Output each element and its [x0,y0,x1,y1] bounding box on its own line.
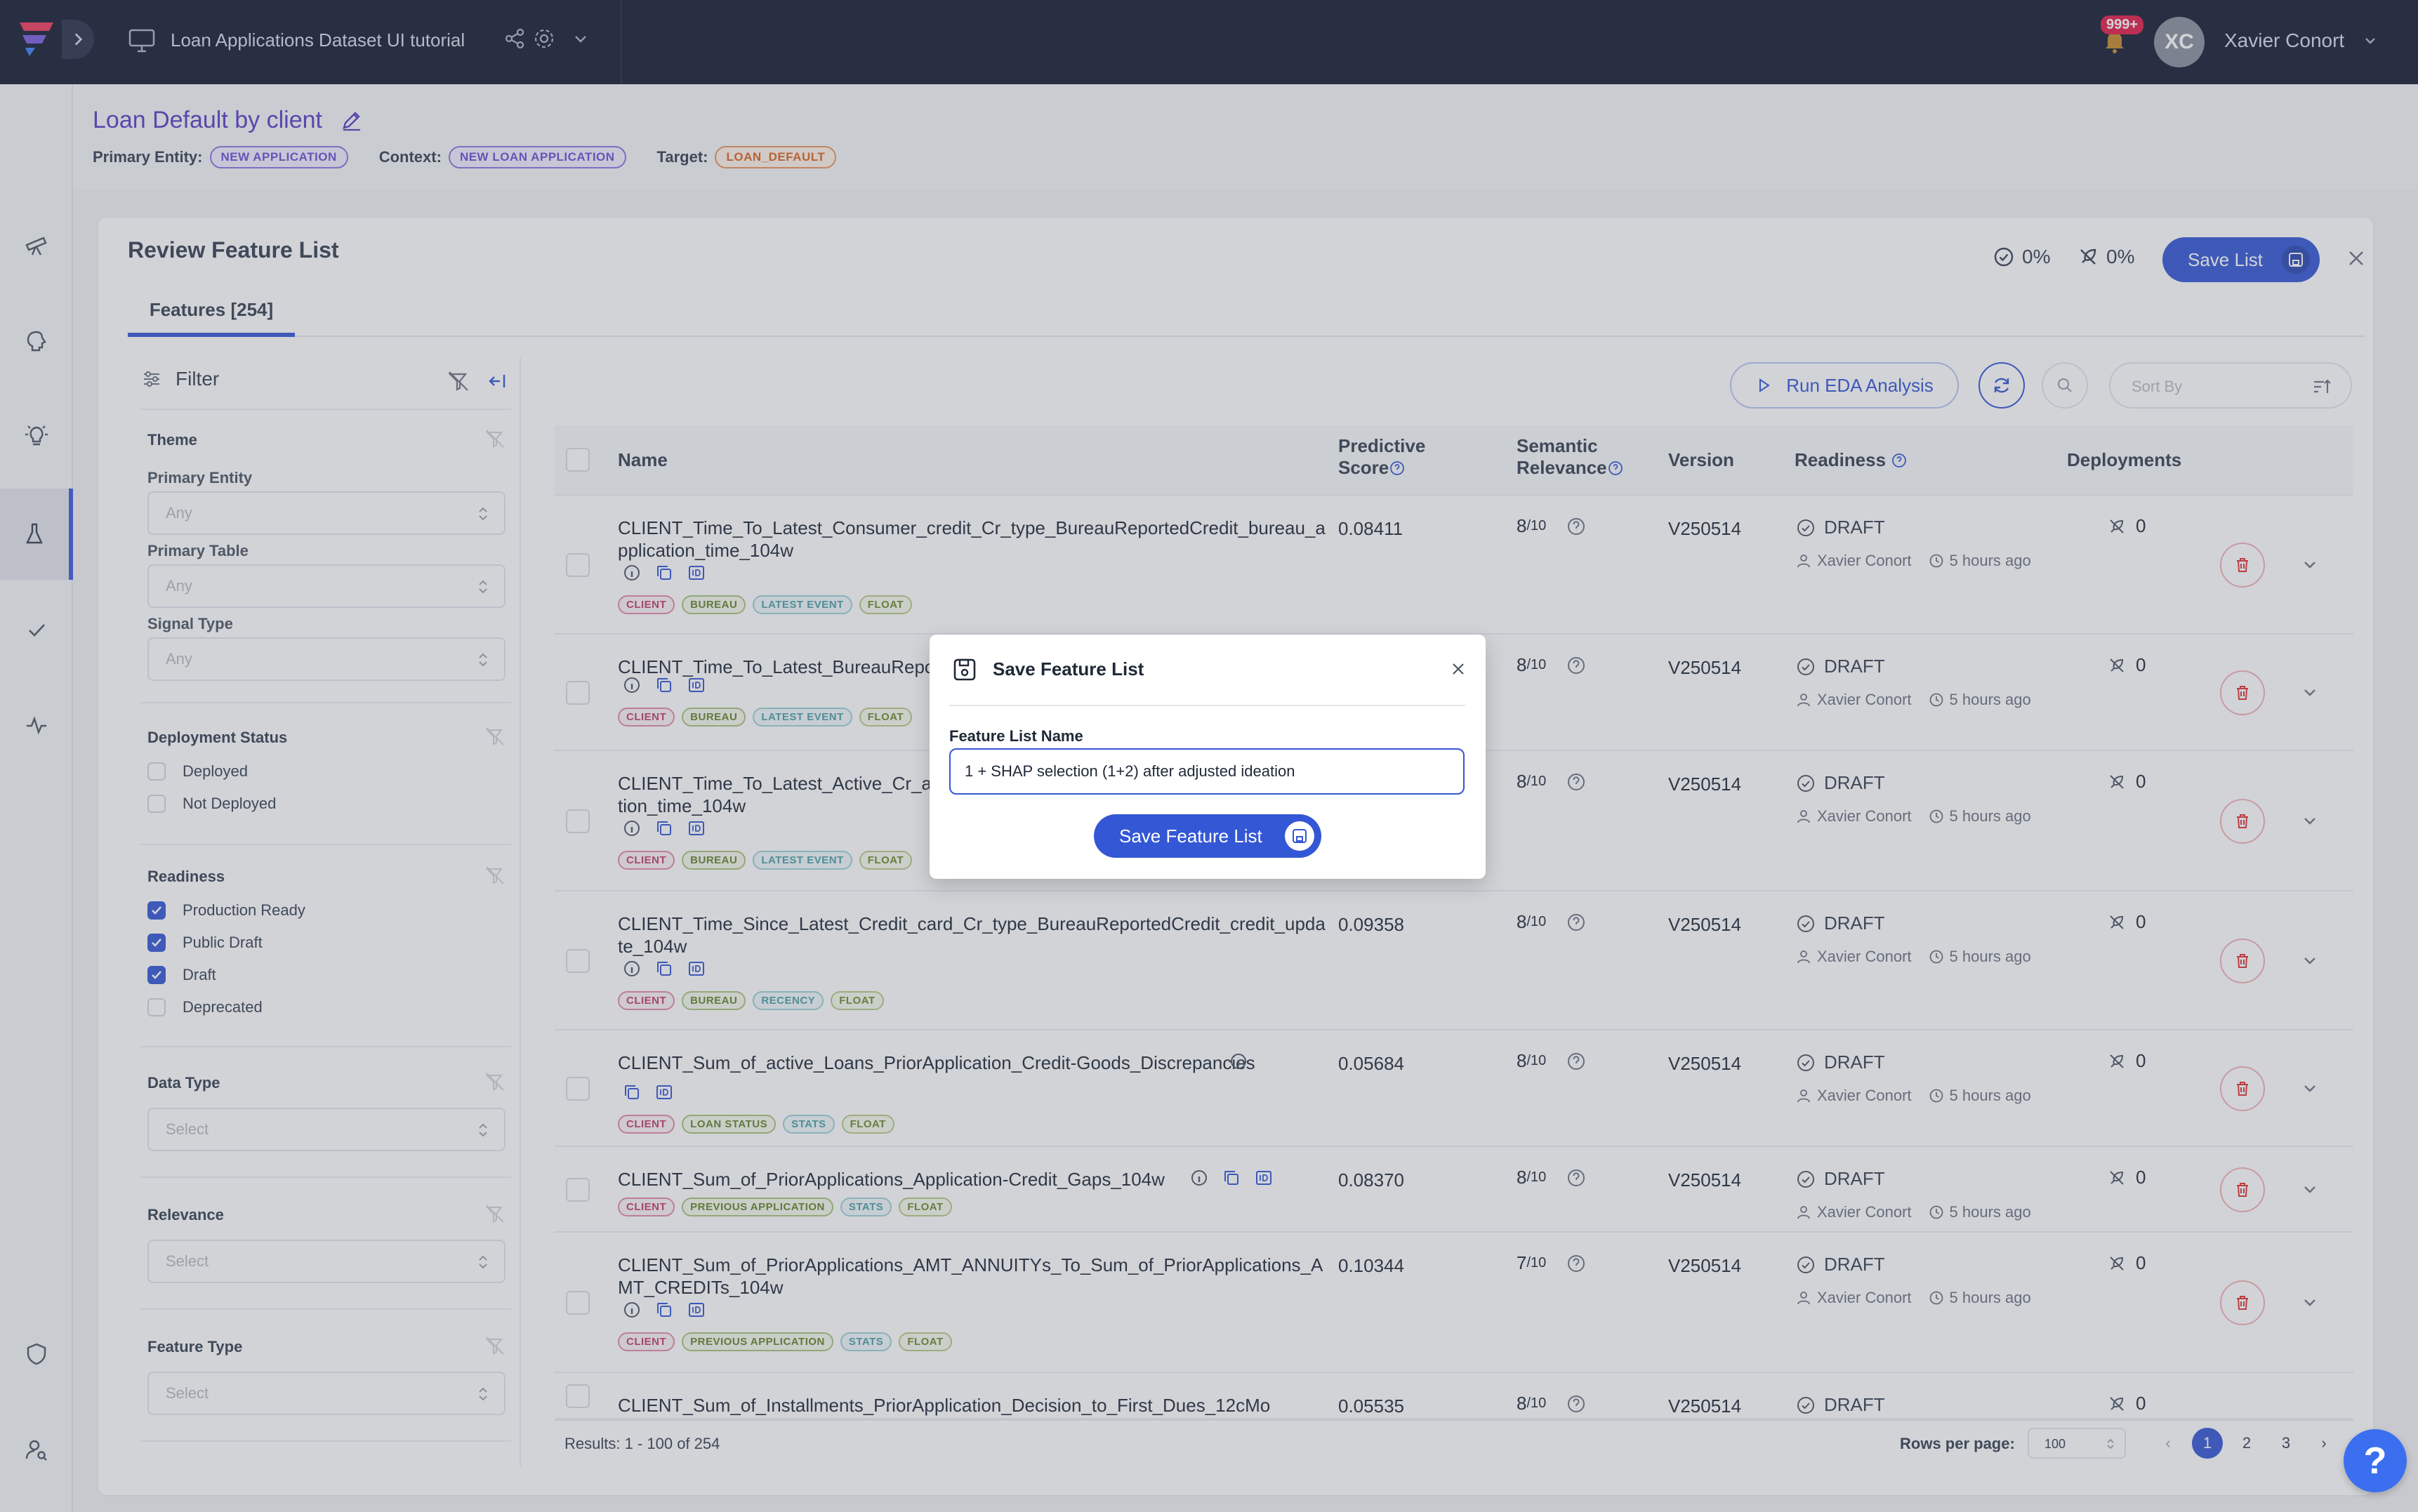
close-icon[interactable] [1449,660,1467,678]
floppy-icon [953,658,976,681]
save-icon-wrap [1285,821,1314,851]
help-button[interactable]: ? [2344,1429,2407,1492]
floppy-icon [1293,829,1307,843]
modal-divider [949,705,1466,706]
modal-title: Save Feature List [993,658,1144,679]
save-feature-list-label: Save Feature List [1119,825,1262,847]
feature-list-name-input[interactable] [949,748,1465,795]
save-feature-list-button[interactable]: Save Feature List [1094,814,1321,858]
feature-list-name-label: Feature List Name [949,727,1083,745]
